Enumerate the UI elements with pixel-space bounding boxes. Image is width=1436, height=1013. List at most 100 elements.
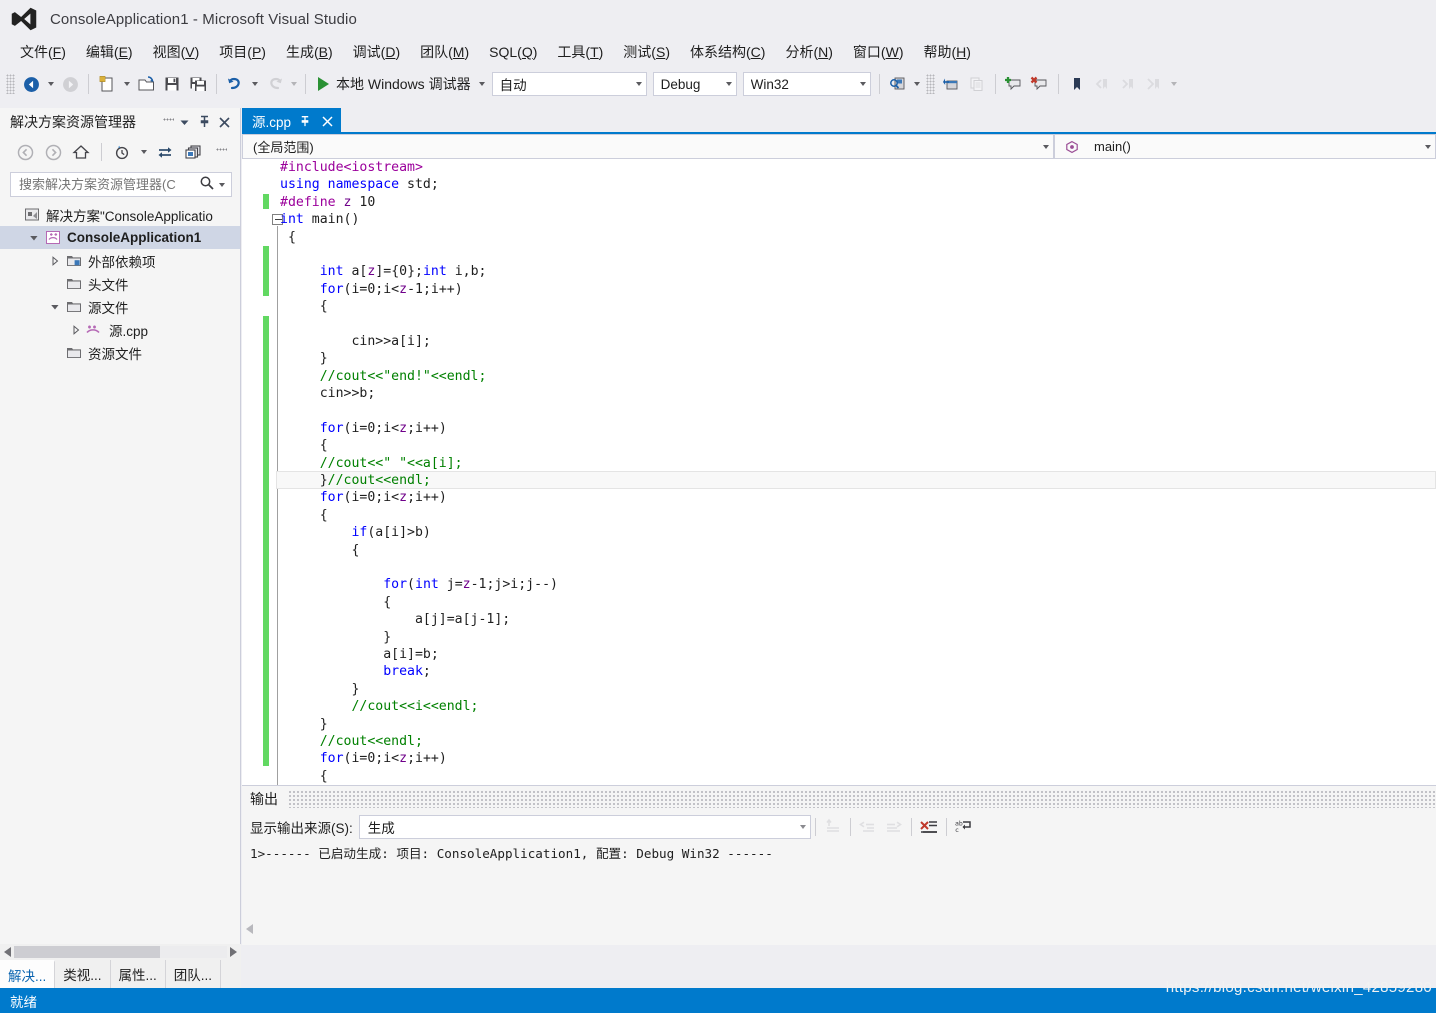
code-line[interactable]: } — [280, 629, 558, 646]
code-line[interactable]: break; — [280, 663, 558, 680]
undo-dropdown[interactable] — [248, 71, 261, 97]
scope-combo[interactable]: (全局范围) — [242, 134, 1054, 159]
code-line[interactable]: } — [280, 681, 558, 698]
code-line[interactable]: for(i=0;i<z;i++) — [280, 420, 558, 437]
menu-item-7[interactable]: SQL(Q) — [479, 41, 547, 63]
tool-window-tab-1[interactable]: 类视... — [55, 960, 111, 988]
tree-item-2[interactable]: 外部依赖项 — [0, 249, 240, 272]
navigate-backward-dropdown[interactable] — [44, 71, 57, 97]
member-combo[interactable]: main() — [1054, 134, 1436, 159]
configuration-combo[interactable]: Debug — [652, 72, 737, 96]
new-project-dropdown[interactable] — [120, 71, 133, 97]
redo-dropdown[interactable] — [287, 71, 300, 97]
scroll-right-icon[interactable] — [230, 947, 237, 957]
code-line[interactable]: } — [280, 350, 558, 367]
code-line[interactable]: { — [280, 594, 558, 611]
tree-item-1[interactable]: ConsoleApplication1 — [0, 226, 240, 249]
search-input[interactable] — [17, 176, 199, 193]
code-line[interactable]: //cout<<endl; — [280, 733, 558, 750]
save-all-icon[interactable] — [185, 71, 211, 97]
code-line[interactable]: if(a[i]>b) — [280, 524, 558, 541]
tool-window-tab-2[interactable]: 属性... — [111, 960, 166, 988]
menu-item-12[interactable]: 窗口(W) — [843, 39, 914, 65]
overflow-dots-icon[interactable] — [163, 114, 174, 130]
redo-icon[interactable] — [261, 71, 287, 97]
menu-item-9[interactable]: 测试(S) — [613, 39, 680, 65]
code-line[interactable]: //cout<<" "<<a[i]; — [280, 455, 558, 472]
code-text[interactable]: #include<iostream> using namespace std; #d… — [280, 159, 558, 837]
code-line[interactable]: #include<iostream> — [280, 159, 558, 176]
code-line[interactable]: for(int j=z-1;j>i;j--) — [280, 576, 558, 593]
start-debugging-button[interactable]: 本地 Windows 调试器 — [311, 71, 476, 97]
code-line[interactable]: //cout<<i<<endl; — [280, 698, 558, 715]
back-icon[interactable] — [12, 140, 38, 164]
menu-item-1[interactable]: 编辑(E) — [76, 39, 143, 65]
platform-combo[interactable]: Win32 — [742, 72, 871, 96]
find-dropdown[interactable] — [911, 71, 924, 97]
close-icon[interactable] — [214, 112, 234, 132]
code-line[interactable] — [280, 316, 558, 333]
pending-changes-icon[interactable] — [109, 140, 135, 164]
open-file-icon[interactable] — [133, 71, 159, 97]
chevron-down-icon[interactable] — [46, 302, 64, 312]
show-all-files-icon[interactable] — [180, 140, 206, 164]
search-icon[interactable] — [199, 175, 215, 194]
menu-item-4[interactable]: 生成(B) — [276, 39, 343, 65]
pin-icon[interactable] — [194, 112, 214, 132]
close-icon[interactable] — [319, 113, 335, 129]
pin-icon[interactable] — [297, 113, 313, 129]
menu-item-2[interactable]: 视图(V) — [143, 39, 210, 65]
menu-item-11[interactable]: 分析(N) — [775, 39, 842, 65]
bookmark-icon[interactable] — [1064, 71, 1090, 97]
home-icon[interactable] — [68, 140, 94, 164]
code-line[interactable]: { — [280, 298, 558, 315]
toolbar-overflow[interactable] — [1168, 71, 1181, 97]
code-line[interactable]: a[i]=b; — [280, 646, 558, 663]
menu-item-0[interactable]: 文件(F) — [10, 39, 76, 65]
code-line[interactable]: { — [280, 229, 558, 246]
chevron-right-icon[interactable] — [67, 324, 85, 335]
platform-target-combo[interactable]: 自动 — [491, 72, 647, 96]
toolbar-grip[interactable] — [925, 74, 935, 94]
code-line[interactable]: int a[z]={0};int i,b; — [280, 263, 558, 280]
output-scroll-left-icon[interactable] — [246, 924, 253, 934]
chevron-down-icon[interactable] — [215, 172, 228, 198]
new-project-icon[interactable] — [94, 71, 120, 97]
clear-bookmarks-icon[interactable] — [1142, 71, 1168, 97]
navigate-backward-icon[interactable] — [18, 71, 44, 97]
code-line[interactable]: //cout<<"end!"<<endl; — [280, 368, 558, 385]
chevron-down-icon[interactable] — [174, 112, 194, 132]
sync-with-active-document-icon[interactable] — [152, 140, 178, 164]
editor-tab-source-cpp[interactable]: 源.cpp — [242, 108, 342, 134]
navigate-forward-icon[interactable] — [57, 71, 83, 97]
copy-icon[interactable] — [964, 71, 990, 97]
jump-to-previous-icon[interactable] — [820, 814, 846, 840]
go-to-previous-message-icon[interactable] — [855, 814, 881, 840]
start-debugging-dropdown[interactable] — [476, 71, 489, 97]
code-line[interactable]: for(i=0;i<z-1;i++) — [280, 281, 558, 298]
chevron-down-icon[interactable] — [25, 233, 43, 243]
toggle-word-wrap-icon[interactable]: ab c — [951, 814, 977, 840]
add-comment-icon[interactable] — [1001, 71, 1027, 97]
chevron-right-icon[interactable] — [46, 255, 64, 266]
tool-window-tab-0[interactable]: 解决... — [0, 960, 56, 988]
scrollbar-thumb[interactable] — [14, 946, 160, 958]
code-line[interactable]: { — [280, 768, 558, 785]
code-line[interactable]: cin>>a[i]; — [280, 333, 558, 350]
new-window-icon[interactable] — [938, 71, 964, 97]
output-source-combo[interactable]: 生成 — [358, 815, 811, 839]
code-line[interactable]: for(i=0;i<z;i++) — [280, 750, 558, 767]
menu-item-3[interactable]: 项目(P) — [209, 39, 276, 65]
menu-item-6[interactable]: 团队(M) — [410, 39, 479, 65]
menu-item-5[interactable]: 调试(D) — [343, 39, 410, 65]
menu-item-10[interactable]: 体系结构(C) — [680, 39, 775, 65]
code-line[interactable]: }//cout<<endl; — [280, 472, 558, 489]
tree-item-3[interactable]: 头文件 — [0, 272, 240, 295]
search-solution-explorer[interactable] — [10, 172, 232, 197]
code-line[interactable]: { — [280, 542, 558, 559]
find-in-files-icon[interactable] — [885, 71, 911, 97]
prev-bookmark-icon[interactable] — [1090, 71, 1116, 97]
next-bookmark-icon[interactable] — [1116, 71, 1142, 97]
overflow-icon[interactable] — [216, 144, 227, 160]
code-line[interactable]: { — [280, 507, 558, 524]
